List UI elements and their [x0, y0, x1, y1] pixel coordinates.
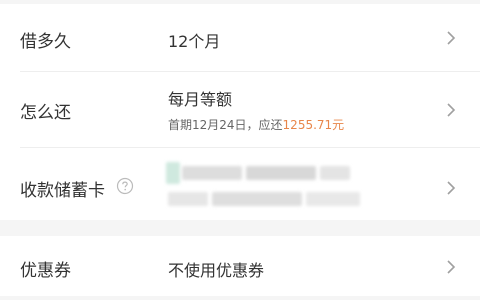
question-circle-icon[interactable] [116, 177, 134, 195]
masked-text [212, 192, 302, 206]
chevron-right-icon [447, 31, 456, 45]
loan-settings-card: 借多久 12个月 怎么还 每月等额 首期12月24日，应还1255.71元 收款… [0, 4, 480, 220]
masked-text [246, 166, 316, 180]
coupon-value: 不使用优惠券 [168, 261, 265, 280]
chevron-right-icon [447, 103, 456, 117]
loan-term-value: 12个月 [168, 32, 221, 51]
repayment-method-row[interactable]: 怎么还 每月等额 首期12月24日，应还1255.71元 [0, 72, 480, 148]
coupon-label: 优惠券 [20, 261, 71, 281]
masked-bank-logo [166, 162, 180, 184]
masked-text [320, 166, 350, 180]
loan-term-label: 借多久 [20, 32, 71, 52]
coupon-row[interactable]: 优惠券 不使用优惠券 [0, 236, 480, 296]
coupon-card: 优惠券 不使用优惠券 [0, 236, 480, 296]
repayment-label: 怎么还 [20, 103, 71, 123]
masked-text [306, 192, 360, 206]
debit-card-label: 收款储蓄卡 [20, 176, 105, 201]
debit-card-label-text: 收款储蓄卡 [20, 181, 105, 201]
first-payment-info: 首期12月24日，应还1255.71元 [168, 116, 344, 133]
chevron-right-icon [447, 181, 456, 195]
first-payment-text: 首期12月24日，应还 [168, 118, 283, 132]
debit-card-row[interactable]: 收款储蓄卡 [0, 148, 480, 220]
loan-term-row[interactable]: 借多久 12个月 [0, 4, 480, 72]
masked-text [168, 192, 208, 206]
first-payment-amount: 1255.71元 [282, 118, 345, 132]
repayment-value: 每月等额 [168, 90, 233, 109]
masked-text [182, 166, 242, 180]
chevron-right-icon [447, 260, 456, 274]
